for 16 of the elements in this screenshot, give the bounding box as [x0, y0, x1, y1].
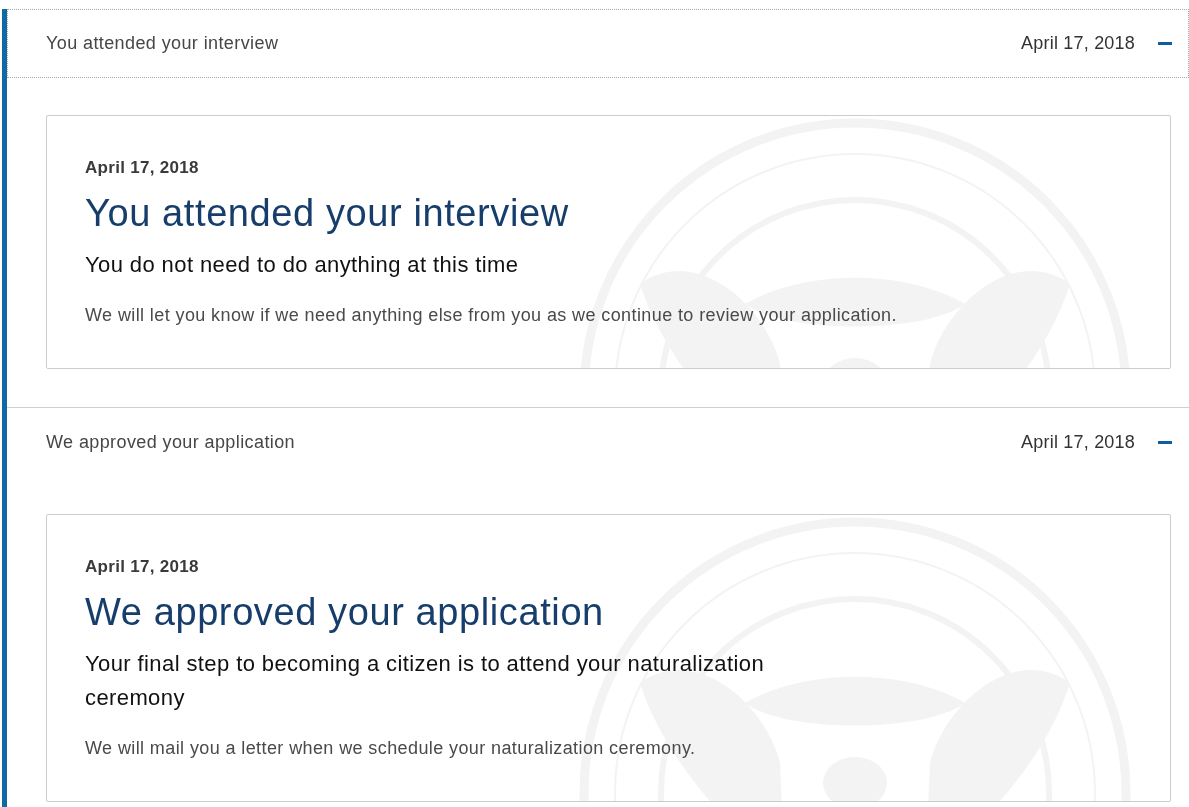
- card-body: We will mail you a letter when we schedule your naturalization ceremony.: [85, 737, 697, 759]
- card-date: April 17, 2018: [85, 158, 200, 178]
- card-body: We will let you know if we need anything else from you as we continue to review your application.: [85, 304, 898, 326]
- event-heading: We approved your application: [46, 432, 296, 453]
- accordion-header[interactable]: You attended your interview April 17, 2018: [7, 9, 1189, 78]
- minus-icon[interactable]: [1158, 441, 1172, 444]
- card-subtitle: Your final step to becoming a citizen is to attend your naturalization ceremony: [85, 650, 766, 712]
- event-date: April 17, 2018: [1021, 432, 1135, 453]
- card-subtitle: You do not need to do anything at this time: [85, 251, 520, 279]
- card-title: You attended your interview: [85, 191, 570, 235]
- accordion-header[interactable]: We approved your application April 17, 2018: [7, 408, 1189, 477]
- minus-icon[interactable]: [1158, 42, 1172, 45]
- event-date: April 17, 2018: [1021, 33, 1135, 54]
- event-heading: You attended your interview: [46, 33, 280, 54]
- card-date: April 17, 2018: [85, 557, 200, 577]
- card-title: We approved your application: [85, 590, 605, 634]
